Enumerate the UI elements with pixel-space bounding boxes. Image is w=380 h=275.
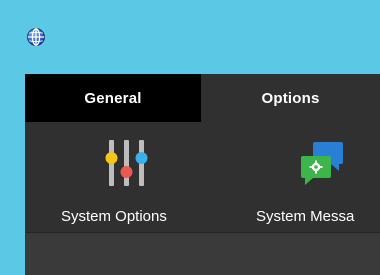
system-messages-label: System Messa	[256, 208, 355, 225]
globe-icon[interactable]	[27, 28, 45, 46]
tab-options-label: Options	[261, 89, 320, 107]
system-options-button[interactable]: System Options	[55, 122, 205, 232]
system-messages-button[interactable]: System Messa	[249, 122, 380, 232]
sliders-icon	[103, 138, 157, 188]
content-area	[25, 233, 380, 275]
tab-bar: General Options	[25, 74, 380, 122]
tab-options[interactable]: Options	[201, 74, 380, 122]
main-panel: General Options System Options System Me…	[25, 74, 380, 275]
tab-general[interactable]: General	[25, 74, 201, 122]
title-bar	[0, 0, 380, 74]
system-options-label: System Options	[61, 208, 167, 225]
app-window: General Options System Options System Me…	[0, 0, 380, 275]
message-settings-icon	[297, 138, 351, 188]
tab-general-label: General	[84, 89, 142, 107]
ribbon-toolbar: System Options System Messa	[25, 122, 380, 232]
